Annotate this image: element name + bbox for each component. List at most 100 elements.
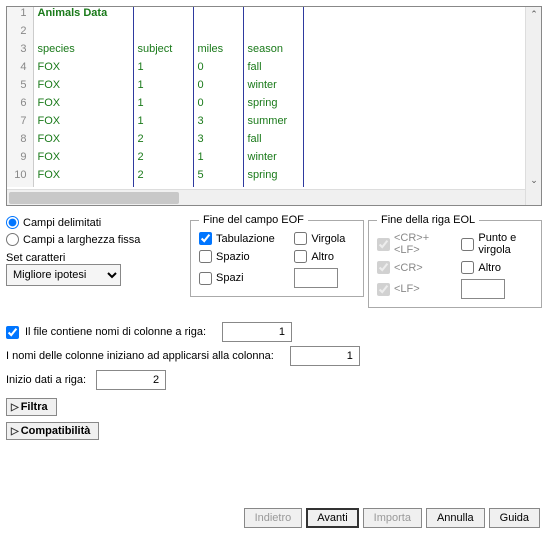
scrollbar-thumb[interactable] (9, 192, 179, 204)
column-names-row-input[interactable] (222, 322, 292, 342)
preview-cell: 3 (193, 115, 243, 133)
expander-icon: ▷ (11, 402, 19, 413)
preview-cell (193, 7, 243, 25)
compatibility-expander[interactable]: ▷ Compatibilità (6, 422, 99, 440)
names-apply-column-input[interactable] (290, 346, 360, 366)
charset-select[interactable]: Migliore ipotesi (6, 264, 121, 286)
row-number: 1 (7, 7, 33, 25)
row-number: 4 (7, 61, 33, 79)
preview-cell: fall (243, 61, 303, 79)
row-number: 7 (7, 115, 33, 133)
row-number: 5 (7, 79, 33, 97)
preview-cell: spring (243, 169, 303, 187)
data-preview: 1Animals Data23speciessubjectmilesseason… (6, 6, 542, 206)
expander-icon: ▷ (11, 426, 19, 437)
preview-cell: 2 (133, 133, 193, 151)
preview-cell (243, 7, 303, 25)
eof-spaces-checkbox[interactable] (199, 272, 212, 285)
row-number: 2 (7, 25, 33, 43)
preview-row: 1Animals Data (7, 7, 303, 25)
has-column-names-label: Il file contiene nomi di colonne a riga: (25, 326, 206, 338)
delimited-label: Campi delimitati (23, 217, 101, 229)
preview-cell (133, 25, 193, 43)
preview-cell: 0 (193, 61, 243, 79)
eol-cr-label: <CR> (394, 262, 423, 274)
button-bar: Indietro Avanti Importa Annulla Guida (244, 508, 540, 528)
eof-comma-label: Virgola (311, 233, 345, 245)
preview-cell: season (243, 43, 303, 61)
preview-cell: FOX (33, 79, 133, 97)
filter-expander[interactable]: ▷ Filtra (6, 398, 57, 416)
preview-cell: 2 (133, 151, 193, 169)
eol-lf-label: <LF> (394, 283, 420, 295)
preview-cell: Animals Data (33, 7, 133, 25)
next-button[interactable]: Avanti (306, 508, 358, 528)
eol-legend: Fine della riga EOL (377, 214, 479, 226)
eof-comma-checkbox[interactable] (294, 232, 307, 245)
has-column-names-checkbox[interactable] (6, 326, 19, 339)
preview-cell: spring (243, 97, 303, 115)
scroll-up-icon[interactable]: ⌃ (529, 9, 539, 19)
preview-cell: summer (243, 115, 303, 133)
data-start-row-input[interactable] (96, 370, 166, 390)
preview-row: 10FOX25spring (7, 169, 303, 187)
preview-cell: 3 (193, 133, 243, 151)
preview-cell: 2 (133, 169, 193, 187)
preview-row: 7FOX13summer (7, 115, 303, 133)
eol-crlf-label: <CR>+<LF> (394, 232, 451, 256)
preview-cell: 1 (133, 97, 193, 115)
eof-legend: Fine del campo EOF (199, 214, 308, 226)
row-number: 10 (7, 169, 33, 187)
vertical-scrollbar[interactable]: ⌃ ⌄ (525, 7, 541, 205)
preview-rows: 1Animals Data23speciessubjectmilesseason… (7, 7, 541, 187)
eof-other-input[interactable] (294, 268, 338, 288)
delimited-radio[interactable] (6, 216, 19, 229)
eof-space-label: Spazio (216, 251, 250, 263)
row-number: 3 (7, 43, 33, 61)
names-apply-label: I nomi delle colonne iniziano ad applica… (6, 350, 274, 362)
eof-other-checkbox[interactable] (294, 250, 307, 263)
preview-cell: subject (133, 43, 193, 61)
preview-cell: species (33, 43, 133, 61)
preview-cell: 0 (193, 79, 243, 97)
preview-row: 5FOX10winter (7, 79, 303, 97)
eol-crlf-checkbox (377, 238, 390, 251)
preview-cell: fall (243, 133, 303, 151)
eol-other-label: Altro (478, 262, 501, 274)
preview-cell (193, 25, 243, 43)
eol-semicolon-checkbox[interactable] (461, 238, 474, 251)
preview-cell: FOX (33, 169, 133, 187)
horizontal-scrollbar[interactable] (7, 189, 525, 205)
preview-cell: winter (243, 79, 303, 97)
eol-lf-checkbox (377, 283, 390, 296)
scroll-down-icon[interactable]: ⌄ (529, 175, 539, 185)
help-button[interactable]: Guida (489, 508, 540, 528)
preview-row: 6FOX10spring (7, 97, 303, 115)
eof-group: Fine del campo EOF Tabulazione Virgola S… (190, 214, 364, 297)
eof-space-checkbox[interactable] (199, 250, 212, 263)
eol-other-checkbox[interactable] (461, 261, 474, 274)
preview-cell: FOX (33, 133, 133, 151)
preview-cell: 1 (193, 151, 243, 169)
row-number: 8 (7, 133, 33, 151)
preview-cell: 1 (133, 61, 193, 79)
import-button: Importa (363, 508, 422, 528)
fixed-width-label: Campi a larghezza fissa (23, 234, 140, 246)
preview-cell: FOX (33, 97, 133, 115)
eof-tab-checkbox[interactable] (199, 232, 212, 245)
cancel-button[interactable]: Annulla (426, 508, 485, 528)
eol-other-input[interactable] (461, 279, 505, 299)
eol-semicolon-label: Punto e virgola (478, 232, 533, 256)
fixed-width-radio[interactable] (6, 233, 19, 246)
eof-tab-label: Tabulazione (216, 233, 275, 245)
preview-row: 2 (7, 25, 303, 43)
preview-row: 3speciessubjectmilesseason (7, 43, 303, 61)
preview-cell: 1 (133, 115, 193, 133)
eof-spaces-label: Spazi (216, 272, 244, 284)
row-number: 9 (7, 151, 33, 169)
charset-label: Set caratteri (6, 252, 186, 264)
preview-row: 8FOX23fall (7, 133, 303, 151)
preview-cell: 0 (193, 97, 243, 115)
preview-row: 4FOX10fall (7, 61, 303, 79)
filter-label: Filtra (21, 401, 48, 413)
